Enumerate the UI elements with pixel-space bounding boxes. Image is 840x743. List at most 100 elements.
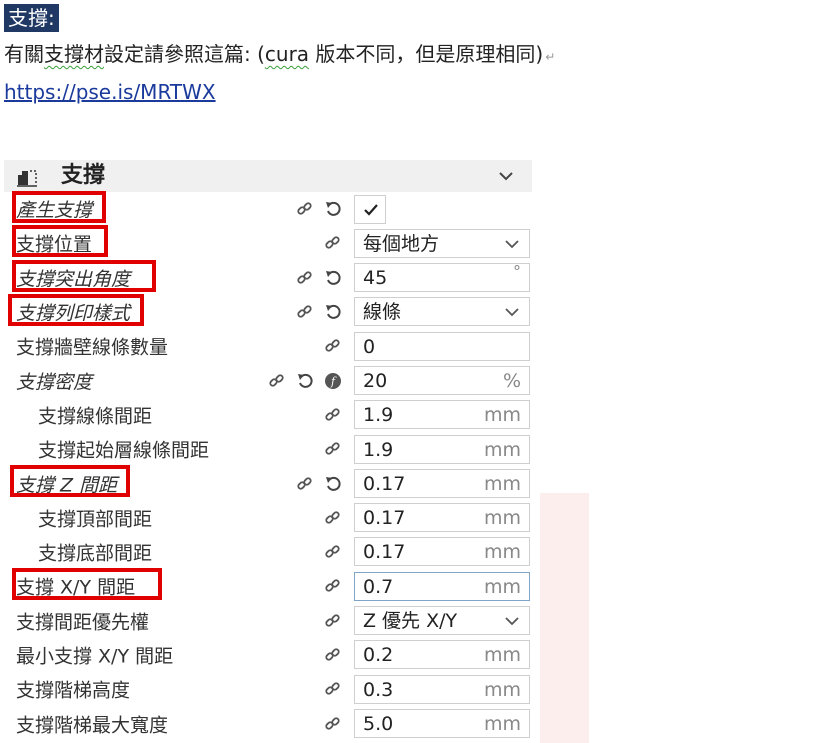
doc-text-cura: cura xyxy=(264,42,310,66)
setting-label: 支撐階梯最大寬度 xyxy=(16,714,169,737)
link-icon[interactable] xyxy=(324,577,342,595)
setting-label: 最小支撐 X/Y 間距 xyxy=(16,645,174,668)
setting-value: 0.3 xyxy=(363,678,394,701)
setting-label: 支撐 X/Y 間距 xyxy=(16,576,136,599)
link-icon[interactable] xyxy=(324,612,342,630)
setting-input[interactable]: 1.9 mm xyxy=(354,400,530,430)
setting-input[interactable]: 5.0 mm xyxy=(354,708,530,738)
section-title: 支撐 xyxy=(61,163,106,188)
link-icon[interactable] xyxy=(324,646,342,664)
setting-row: 支撐密度 f 20% xyxy=(4,363,532,397)
setting-input[interactable]: 0.17 mm xyxy=(354,503,530,533)
setting-row: 支撐突出角度 45 ° xyxy=(4,259,532,295)
unit-label: mm xyxy=(483,404,521,427)
support-settings-panel: 支撐 產生支撐支撐位置 每個地方支撐突出角度 45 ° 支撐列印樣式 線條支撐牆壁線條數量… xyxy=(4,160,532,741)
setting-row: 支撐 X/Y 間距 0.7 mm xyxy=(4,568,532,603)
unit-label: mm xyxy=(483,541,521,564)
link-icon[interactable] xyxy=(324,680,342,698)
doc-text-rest: 版本不同，但是原理相同) xyxy=(309,42,544,66)
link-icon[interactable] xyxy=(268,372,286,390)
link-icon[interactable] xyxy=(324,406,342,424)
link-icon[interactable] xyxy=(324,543,342,561)
doc-text-underlined: 支撐材 xyxy=(44,42,104,66)
setting-input[interactable]: 0.3 mm xyxy=(354,674,530,704)
setting-value: 45 xyxy=(363,267,388,290)
doc-text-after: 設定請參照這篇: ( xyxy=(104,42,265,66)
doc-heading: 支撐: xyxy=(4,4,59,32)
setting-input[interactable]: 20% xyxy=(354,365,530,395)
setting-row: 支撐 Z 間距 0.17 mm xyxy=(4,465,532,500)
link-icon[interactable] xyxy=(324,337,342,355)
function-icon[interactable]: f xyxy=(324,372,342,390)
link-icon[interactable] xyxy=(296,475,314,493)
setting-input[interactable]: 0.17 mm xyxy=(354,537,530,567)
generate-support-checkbox[interactable] xyxy=(354,194,386,224)
setting-input[interactable]: 0.7 mm xyxy=(354,571,530,601)
link-icon[interactable] xyxy=(296,269,314,287)
doc-text-line: 有關支撐材設定請參照這篇: (cura 版本不同，但是原理相同) ↵ xyxy=(4,40,555,71)
setting-value: 5.0 xyxy=(363,712,394,735)
doc-link[interactable]: https://pse.is/MRTWX xyxy=(4,78,216,106)
link-icon[interactable] xyxy=(324,440,342,458)
reset-icon[interactable] xyxy=(324,475,342,493)
setting-row: 支撐起始層線條間距 1.9 mm xyxy=(4,432,532,466)
unit-label: mm xyxy=(483,644,521,667)
link-icon[interactable] xyxy=(296,303,314,321)
setting-label: 支撐突出角度 xyxy=(16,268,131,291)
setting-dropdown[interactable]: 每個地方 xyxy=(354,228,530,258)
unit-label: ° xyxy=(513,262,521,282)
unit-label: mm xyxy=(483,472,521,495)
setting-label: 支撐起始層線條間距 xyxy=(38,439,210,462)
setting-row: 支撐間距優先權 Z 優先 X/Y xyxy=(4,604,532,638)
chevron-down-icon[interactable] xyxy=(498,170,514,182)
setting-input[interactable]: 0.17 mm xyxy=(354,468,530,498)
setting-value: 0.7 xyxy=(363,575,394,598)
setting-value: 每個地方 xyxy=(363,232,440,255)
unit-label: mm xyxy=(483,678,521,701)
setting-input[interactable]: 1.9 mm xyxy=(354,434,530,464)
setting-row: 支撐位置 每個地方 xyxy=(4,225,532,260)
setting-value: 1.9 xyxy=(363,438,394,461)
setting-value: 0 xyxy=(363,335,376,358)
support-icon xyxy=(17,170,37,187)
support-section-header[interactable]: 支撐 xyxy=(4,160,532,192)
link-icon[interactable] xyxy=(296,200,314,218)
setting-row: 支撐頂部間距 0.17 mm xyxy=(4,501,532,535)
link-icon[interactable] xyxy=(324,234,342,252)
setting-label: 支撐列印樣式 xyxy=(16,302,131,325)
reset-icon[interactable] xyxy=(324,200,342,218)
setting-row: 支撐階梯最大寬度 5.0 mm xyxy=(4,706,532,740)
setting-label: 產生支撐 xyxy=(16,199,93,222)
link-icon[interactable] xyxy=(324,715,342,733)
setting-value: 20 xyxy=(363,369,388,392)
setting-row: 支撐牆壁線條數量 0 xyxy=(4,329,532,363)
setting-value: 0.17 xyxy=(363,472,406,495)
setting-value: 線條 xyxy=(363,301,402,324)
setting-dropdown[interactable]: 線條 xyxy=(354,297,530,327)
setting-input[interactable]: 0.2 mm xyxy=(354,640,530,670)
paragraph-mark-icon: ↵ xyxy=(545,50,556,64)
unit-label: mm xyxy=(483,438,521,461)
unit-label: % xyxy=(502,369,521,392)
link-icon[interactable] xyxy=(324,509,342,527)
setting-value: 0.17 xyxy=(363,541,406,564)
reset-icon[interactable] xyxy=(324,303,342,321)
reset-icon[interactable] xyxy=(296,372,314,390)
setting-input[interactable]: 45 ° xyxy=(354,262,530,293)
unit-label: mm xyxy=(483,507,521,530)
setting-label: 支撐底部間距 xyxy=(38,542,153,565)
setting-row: 最小支撐 X/Y 間距 0.2 mm xyxy=(4,638,532,672)
setting-label: 支撐 Z 間距 xyxy=(16,474,118,497)
reset-icon[interactable] xyxy=(324,269,342,287)
setting-value: 0.17 xyxy=(363,507,406,530)
setting-row: 產生支撐 xyxy=(4,191,532,226)
setting-input[interactable]: 0 xyxy=(354,331,530,361)
setting-value: 0.2 xyxy=(363,644,394,667)
unit-label: mm xyxy=(483,575,521,598)
checkmark-icon xyxy=(364,203,378,216)
doc-text-before: 有關 xyxy=(4,42,44,66)
background-tint xyxy=(540,493,589,743)
setting-label: 支撐間距優先權 xyxy=(16,611,150,634)
chevron-down-icon xyxy=(505,617,519,626)
setting-dropdown[interactable]: Z 優先 X/Y xyxy=(354,606,530,636)
